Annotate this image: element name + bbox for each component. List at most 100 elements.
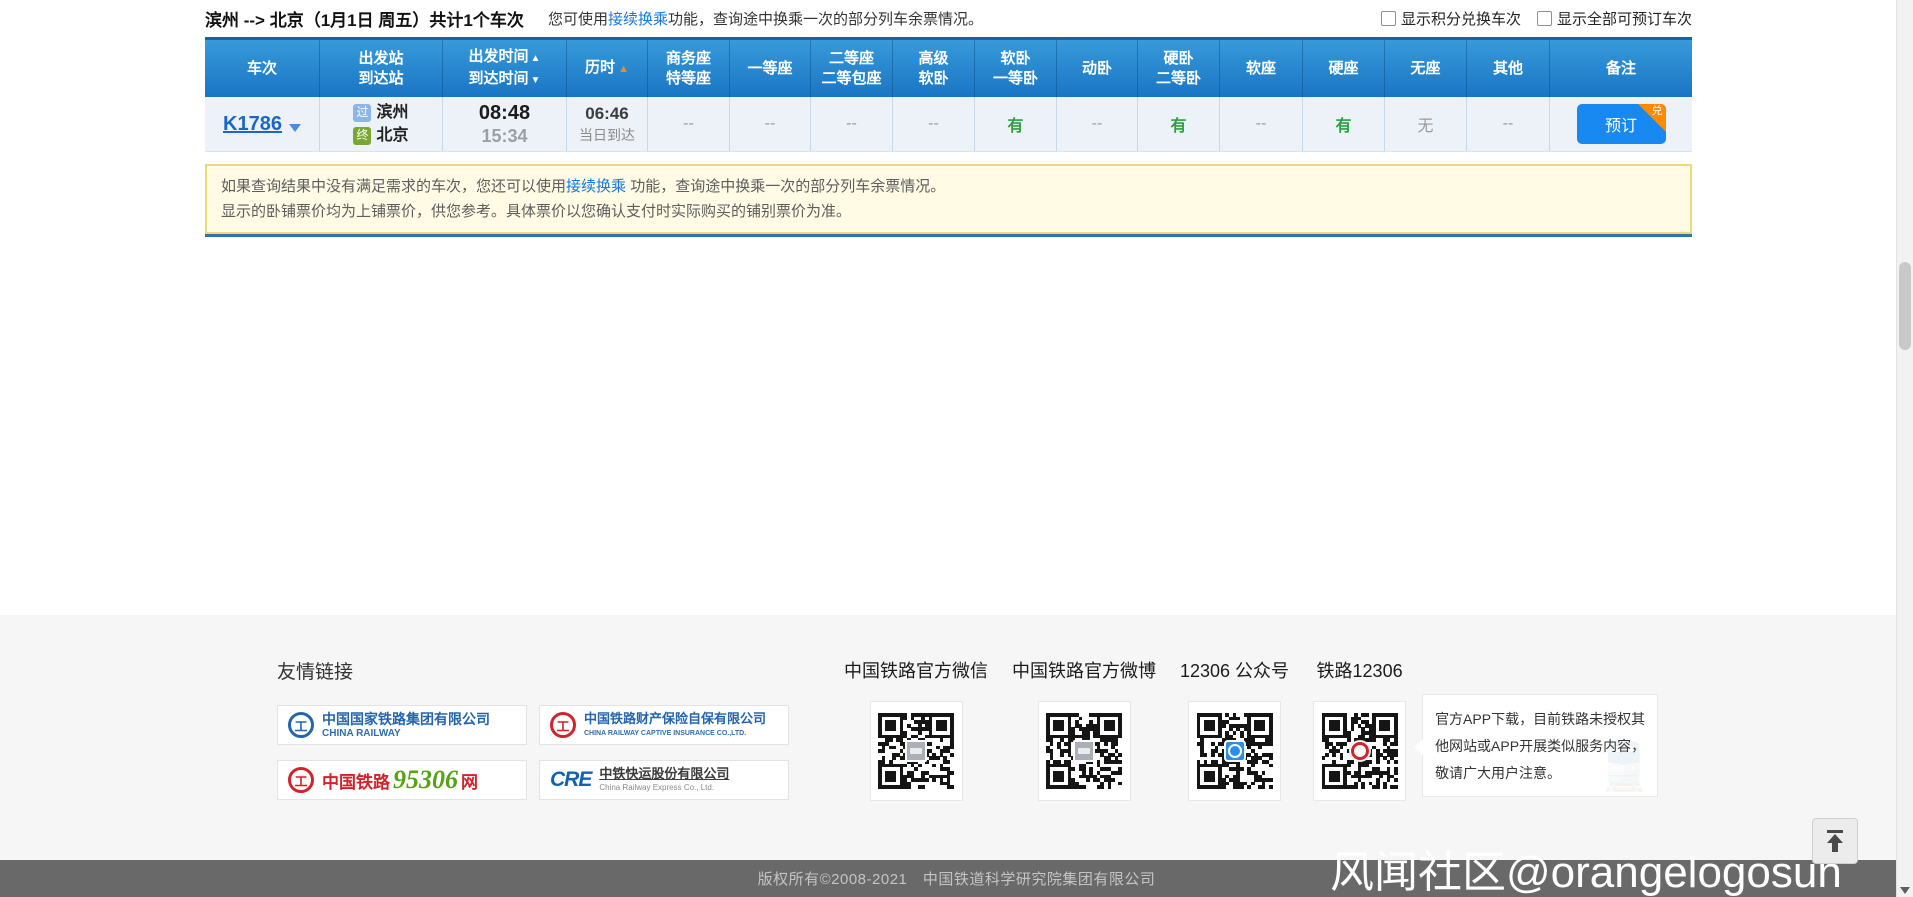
link-captive-insurance[interactable]: 工 中国铁路财产保险自保有限公司 CHINA RAILWAY CAPTIVE I… — [539, 705, 789, 745]
train-photo-icon — [1073, 740, 1095, 762]
seat-motor-sleeper: -- — [1057, 97, 1138, 151]
railway-logo-icon — [1349, 740, 1371, 762]
remark-cell: 预订兑 — [1550, 97, 1692, 151]
seat-soft-seat: -- — [1220, 97, 1303, 151]
notice-transfer-link[interactable]: 接续换乘 — [566, 178, 626, 195]
col-motor-sleeper: 动卧 — [1057, 40, 1138, 97]
divider — [205, 234, 1692, 237]
col-soft-sleeper: 软卧一等卧 — [975, 40, 1057, 97]
seat-premium-soft-sleeper: -- — [893, 97, 975, 151]
seat-first-class: -- — [730, 97, 811, 151]
friend-links-title: 友情链接 — [277, 657, 789, 684]
friend-links: 友情链接 工 中国国家铁路集团有限公司 CHINA RAILWAY 工 中国铁路… — [277, 657, 789, 801]
expand-caret-icon[interactable] — [289, 124, 301, 132]
route-count: 共计1个车次 — [429, 11, 523, 30]
query-bar: 滨州 --> 北京（1月1日 周五）共计1个车次 您可使用接续换乘功能，查询途中… — [205, 0, 1692, 37]
seat-second-class: -- — [811, 97, 893, 151]
sort-desc-icon[interactable]: ▼ — [531, 75, 541, 86]
arrive-day: 当日到达 — [579, 125, 635, 146]
link-95306[interactable]: 工 中国铁路 95306 网 — [277, 760, 527, 800]
transfer-link[interactable]: 接续换乘 — [608, 11, 668, 28]
scrollbar-thumb[interactable] — [1899, 262, 1911, 350]
table-header: 车次 出发站到达站 出发时间▲ 到达时间▼ 历时▲ 商务座特等座 一等座 二等座… — [205, 37, 1692, 97]
sort-active-asc-icon[interactable]: ▲ — [618, 63, 629, 75]
scrollbar-down-arrow-icon[interactable] — [1900, 887, 1910, 894]
train-results-table: 车次 出发站到达站 出发时间▲ 到达时间▼ 历时▲ 商务座特等座 一等座 二等座… — [205, 37, 1692, 152]
qr-official-account: 12306 公众号 — [1180, 657, 1289, 801]
qr-weibo: 中国铁路官方微博 — [1012, 657, 1156, 801]
col-other: 其他 — [1467, 40, 1550, 97]
col-soft-seat: 软座 — [1220, 40, 1303, 97]
col-first-class: 一等座 — [730, 40, 811, 97]
link-cre[interactable]: CRE 中铁快运股份有限公司 China Railway Express Co.… — [539, 760, 789, 800]
sort-asc-icon[interactable]: ▲ — [531, 53, 541, 64]
points-exchange-checkbox[interactable] — [1381, 11, 1396, 26]
train-row: K1786 过滨州 终北京 08:48 15:34 06:46 当日到达 -- … — [205, 97, 1692, 152]
col-hard-seat: 硬座 — [1303, 40, 1385, 97]
show-all-label: 显示全部可预订车次 — [1557, 8, 1692, 29]
arrive-station: 北京 — [376, 124, 408, 147]
duration: 06:46 — [585, 102, 628, 125]
seat-business: -- — [648, 97, 730, 151]
vertical-scrollbar[interactable] — [1896, 0, 1913, 897]
notice-area: 如果查询结果中没有满足需求的车次，您还可以使用接续换乘 功能，查询途中换乘一次的… — [205, 164, 1692, 237]
col-train-no: 车次 — [205, 40, 320, 97]
qr-section: 中国铁路官方微信 中国铁路官方微博 12306 公众号 — [844, 657, 1658, 801]
show-all-checkbox[interactable] — [1537, 11, 1552, 26]
seat-other: -- — [1467, 97, 1550, 151]
duration-cell: 06:46 当日到达 — [567, 97, 648, 151]
col-second-class: 二等座二等包座 — [811, 40, 893, 97]
points-exchange-option: 显示积分兑换车次 — [1381, 8, 1521, 29]
col-premium-soft-sleeper: 高级软卧 — [893, 40, 975, 97]
route-to: 北京 — [270, 11, 304, 30]
col-no-seat: 无座 — [1385, 40, 1467, 97]
hint-suffix: 功能，查询途中换乘一次的部分列车余票情况。 — [668, 11, 983, 28]
train-no-link[interactable]: K1786 — [223, 113, 282, 136]
arrow-up-icon — [1821, 827, 1849, 855]
terminal-station-badge: 终 — [353, 127, 371, 145]
col-stations: 出发站到达站 — [320, 40, 443, 97]
notice-box: 如果查询结果中没有满足需求的车次，您还可以使用接续换乘 功能，查询途中换乘一次的… — [205, 164, 1692, 234]
hint-prefix: 您可使用 — [548, 11, 608, 28]
qr-railway-12306: 铁路12306 — [1313, 657, 1406, 801]
book-button[interactable]: 预订兑 — [1577, 104, 1666, 144]
train-photo-icon — [905, 740, 927, 762]
col-times-sortable[interactable]: 出发时间▲ 到达时间▼ — [443, 40, 567, 97]
seat-hard-seat: 有 — [1303, 97, 1385, 151]
notice-line1: 如果查询结果中没有满足需求的车次，您还可以使用接续换乘 功能，查询途中换乘一次的… — [221, 174, 1676, 199]
back-to-top-button[interactable] — [1812, 818, 1858, 864]
qr-wechat: 中国铁路官方微信 — [844, 657, 988, 801]
seat-soft-sleeper: 有 — [975, 97, 1057, 151]
depart-time: 08:48 — [479, 101, 530, 125]
display-options: 显示积分兑换车次 显示全部可预订车次 — [1381, 8, 1692, 29]
show-all-option: 显示全部可预订车次 — [1537, 8, 1692, 29]
seat-hard-sleeper: 有 — [1138, 97, 1220, 151]
depart-station: 滨州 — [376, 101, 408, 124]
copyright-bar: 版权所有©2008-2021 中国铁道科学研究院集团有限公司 — [0, 860, 1913, 897]
route-summary: 滨州 --> 北京（1月1日 周五）共计1个车次 — [205, 6, 524, 31]
arrive-time: 15:34 — [481, 125, 527, 148]
app-download-notice: 官方APP下载，目前铁路未授权其他网站或APP开展类似服务内容，敬请广大用户注意… — [1422, 694, 1658, 797]
insurance-logo-icon: 工 — [550, 712, 576, 738]
link-china-railway-group[interactable]: 工 中国国家铁路集团有限公司 CHINA RAILWAY — [277, 705, 527, 745]
col-remark: 备注 — [1550, 40, 1692, 97]
times-cell: 08:48 15:34 — [443, 97, 567, 151]
main-content: 滨州 --> 北京（1月1日 周五）共计1个车次 您可使用接续换乘功能，查询途中… — [0, 0, 1913, 615]
route-from: 滨州 — [205, 11, 239, 30]
pass-station-badge: 过 — [353, 104, 371, 122]
col-business-seat: 商务座特等座 — [648, 40, 730, 97]
col-hard-sleeper: 硬卧二等卧 — [1138, 40, 1220, 97]
col-duration-sortable[interactable]: 历时▲ — [567, 40, 648, 97]
transfer-hint: 您可使用接续换乘功能，查询途中换乘一次的部分列车余票情况。 — [548, 8, 983, 29]
china-railway-logo-icon: 工 — [288, 712, 314, 738]
footer: 友情链接 工 中国国家铁路集团有限公司 CHINA RAILWAY 工 中国铁路… — [0, 615, 1913, 860]
95306-logo-icon: 工 — [288, 767, 314, 793]
train-no-cell: K1786 — [205, 97, 320, 151]
copyright-text: 版权所有©2008-2021 中国铁道科学研究院集团有限公司 — [758, 868, 1156, 889]
cre-logo-icon: CRE — [550, 768, 591, 792]
seat-no-seat: 无 — [1385, 97, 1467, 151]
route-date: （1月1日 周五） — [304, 11, 430, 30]
points-exchange-label: 显示积分兑换车次 — [1401, 8, 1521, 29]
stations-cell: 过滨州 终北京 — [320, 97, 443, 151]
route-arrow: --> — [244, 11, 265, 30]
